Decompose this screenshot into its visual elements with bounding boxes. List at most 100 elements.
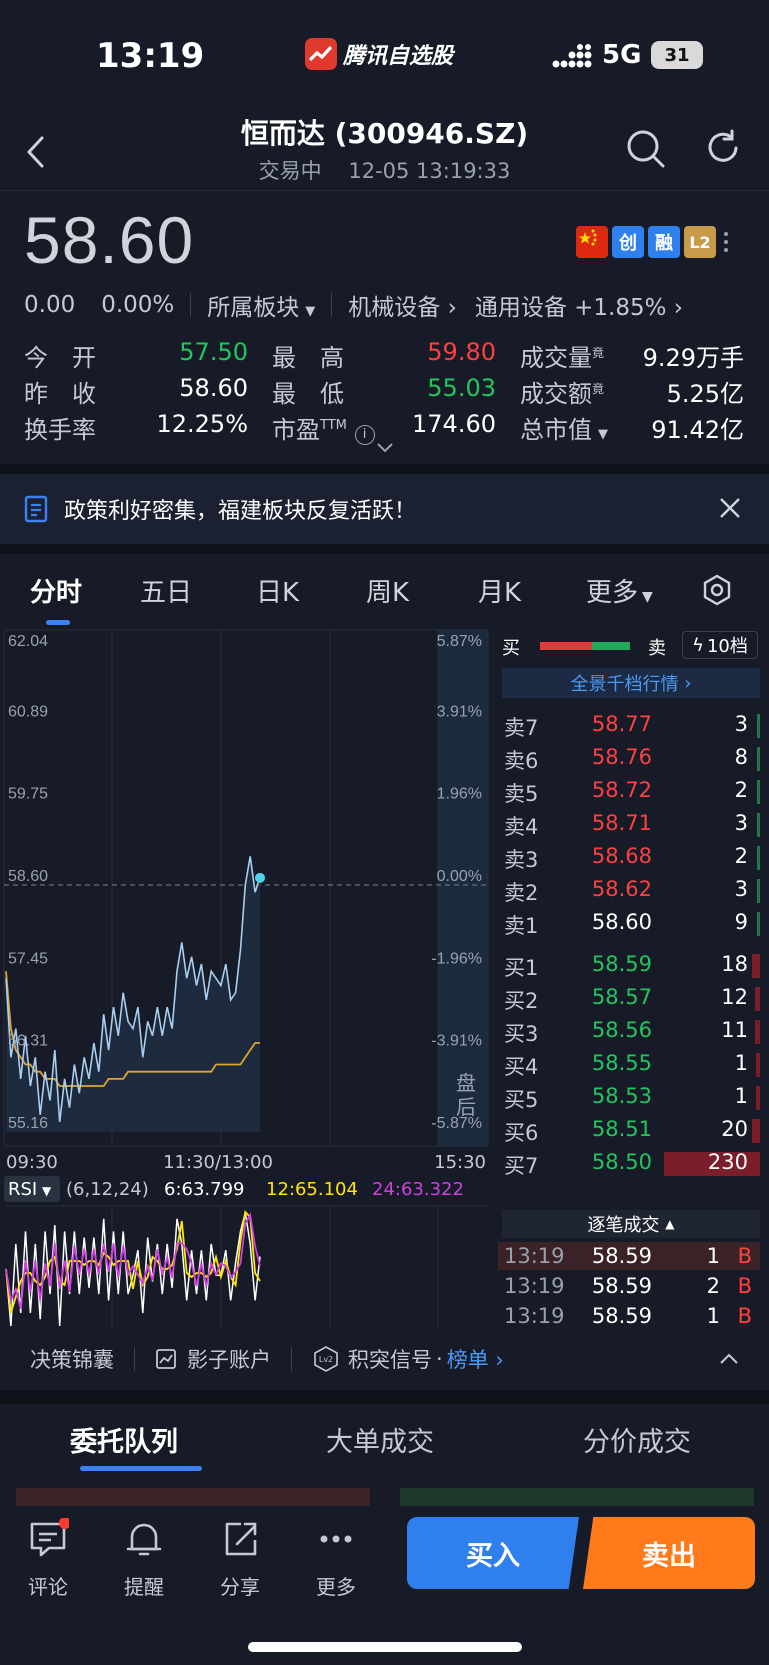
ask-price: 58.72 xyxy=(591,778,652,802)
ask-row[interactable]: 卖4 58.71 3 xyxy=(498,807,760,841)
rsi-6: 6:63.799 xyxy=(164,1179,245,1200)
levels-toggle[interactable]: ϟ 10档 xyxy=(682,631,758,659)
tab-large-orders[interactable]: 大单成交 xyxy=(326,1420,434,1459)
ask-volume: 2 xyxy=(734,778,748,802)
stat-amount-value: 5.25亿 xyxy=(666,380,744,408)
bid-price: 58.56 xyxy=(591,1018,652,1042)
after-hours-label: 盘 xyxy=(456,1071,476,1095)
bid-volume: 230 xyxy=(707,1150,748,1174)
ask-label: 卖6 xyxy=(504,749,539,773)
home-indicator[interactable] xyxy=(248,1642,522,1652)
more-dots-icon xyxy=(320,1535,352,1543)
ask-row[interactable]: 卖1 58.60 9 xyxy=(498,906,760,940)
panorama-link[interactable]: 全景千档行情 › xyxy=(502,668,760,698)
bid-price: 58.53 xyxy=(591,1084,652,1108)
ask-row[interactable]: 卖6 58.76 8 xyxy=(498,741,760,775)
ask-volume: 8 xyxy=(734,745,748,769)
comment-button[interactable]: 评论 xyxy=(12,1517,84,1600)
buy-button[interactable]: 买入 xyxy=(407,1517,579,1589)
tab-underline xyxy=(46,620,70,625)
ranking-link[interactable]: 榜单 › xyxy=(447,1344,504,1374)
ask-row[interactable]: 卖5 58.72 2 xyxy=(498,774,760,808)
price-change-pct: 0.00% xyxy=(101,292,175,318)
bid-label: 买4 xyxy=(504,1055,539,1079)
decision-kit-link[interactable]: 决策锦囊 xyxy=(30,1344,114,1374)
margin-badge: 融 xyxy=(648,226,680,258)
stat-pe-value: 174.60 xyxy=(412,410,496,438)
bid-volume-bar xyxy=(752,954,760,978)
tab-five-day[interactable]: 五日 xyxy=(140,572,192,609)
ask-row[interactable]: 卖2 58.62 3 xyxy=(498,873,760,907)
header-divider xyxy=(0,190,769,191)
order-book: 买 卖 ϟ 10档 全景千档行情 › 卖7 58.77 3 卖6 58.76 8 卖5 58.7… xyxy=(498,628,769,1328)
bid-volume: 20 xyxy=(721,1117,748,1141)
y-pct-label: 3.91% xyxy=(437,703,482,720)
ask-volume: 3 xyxy=(734,811,748,835)
section-gap xyxy=(0,464,769,474)
tab-daily-k[interactable]: 日K xyxy=(256,572,299,609)
y-pct-label: -3.91% xyxy=(431,1033,482,1050)
bid-price: 58.57 xyxy=(591,985,652,1009)
close-icon[interactable] xyxy=(718,496,742,520)
more-vertical-icon[interactable] xyxy=(720,226,732,258)
app-badge: 腾讯自选股 xyxy=(305,38,453,70)
more-button[interactable]: 更多 xyxy=(300,1518,372,1600)
x-label-mid: 11:30/13:00 xyxy=(163,1152,273,1173)
stat-open-label: 今 开 xyxy=(24,344,96,372)
ask-row[interactable]: 卖3 58.68 2 xyxy=(498,840,760,874)
tab-order-queue[interactable]: 委托队列 xyxy=(70,1420,178,1459)
app-logo-icon xyxy=(305,38,337,70)
settings-icon[interactable] xyxy=(702,574,732,606)
bid-row[interactable]: 买5 58.53 1 xyxy=(498,1080,760,1114)
expand-icon[interactable] xyxy=(376,442,394,454)
shadow-account-link[interactable]: 影子账户 xyxy=(187,1344,271,1374)
ask-volume-bar xyxy=(757,912,760,936)
remind-button[interactable]: 提醒 xyxy=(108,1518,180,1600)
tab-more[interactable]: 更多 ▼ xyxy=(586,572,653,609)
status-time: 13:19 xyxy=(96,36,205,76)
intraday-chart[interactable]: 62.04 5.87% 60.89 3.91% 59.75 1.96% 58.60 0.00%… xyxy=(0,628,490,1328)
tab-price-volume[interactable]: 分价成交 xyxy=(583,1420,691,1459)
bid-row[interactable]: 买4 58.55 1 xyxy=(498,1047,760,1081)
notice-bar[interactable]: 政策利好密集，福建板块反复活跃！ xyxy=(0,474,769,544)
ask-price: 58.77 xyxy=(591,712,652,736)
chart-icon xyxy=(156,1349,176,1369)
bid-row[interactable]: 买6 58.51 20 xyxy=(498,1113,760,1147)
lightning-icon: ϟ xyxy=(692,634,704,656)
ask-label: 卖7 xyxy=(504,716,539,740)
sector-dropdown[interactable]: 所属板块 ▼ xyxy=(207,288,315,322)
ask-volume-bar xyxy=(757,747,760,771)
ask-label: 卖3 xyxy=(504,848,539,872)
info-icon[interactable]: i xyxy=(354,425,375,445)
stat-mktcap-label[interactable]: 总市值 ▼ xyxy=(520,410,608,445)
ask-volume: 9 xyxy=(734,910,748,934)
ask-price: 58.76 xyxy=(591,745,652,769)
bid-row[interactable]: 买1 58.59 18 xyxy=(498,948,760,982)
bid-row[interactable]: 买3 58.56 11 xyxy=(498,1014,760,1048)
ask-volume-bar xyxy=(757,846,760,870)
tick-trades-header[interactable]: 逐笔成交 ▲ xyxy=(502,1210,760,1238)
refresh-icon[interactable] xyxy=(703,128,743,168)
sector-link-2[interactable]: 通用设备 +1.85% › xyxy=(475,288,683,322)
tab-intraday[interactable]: 分时 xyxy=(30,572,82,609)
sector-link-1[interactable]: 机械设备 › xyxy=(348,288,457,322)
ask-volume-bar xyxy=(757,813,760,837)
search-icon[interactable] xyxy=(625,128,667,170)
y-pct-label: 0.00% xyxy=(437,868,482,885)
buy-ratio-bar xyxy=(540,642,592,650)
tick-volume: 2 xyxy=(706,1274,720,1298)
comment-icon xyxy=(30,1517,71,1557)
l2-badge[interactable]: L2 xyxy=(684,226,716,258)
bid-price: 58.55 xyxy=(591,1051,652,1075)
tab-weekly-k[interactable]: 周K xyxy=(366,572,409,609)
tick-row: 13:19 58.59 1 B xyxy=(498,1242,760,1270)
tab-monthly-k[interactable]: 月K xyxy=(478,572,521,609)
sell-button[interactable]: 卖出 xyxy=(583,1517,755,1589)
y-price-label: 57.45 xyxy=(8,950,48,967)
bid-row[interactable]: 买7 58.50 230 xyxy=(498,1146,760,1180)
signal-label[interactable]: 积突信号 xyxy=(348,1344,432,1374)
collapse-icon[interactable] xyxy=(719,1353,739,1365)
share-button[interactable]: 分享 xyxy=(204,1518,276,1600)
bid-row[interactable]: 买2 58.57 12 xyxy=(498,981,760,1015)
ask-row[interactable]: 卖7 58.77 3 xyxy=(498,708,760,742)
